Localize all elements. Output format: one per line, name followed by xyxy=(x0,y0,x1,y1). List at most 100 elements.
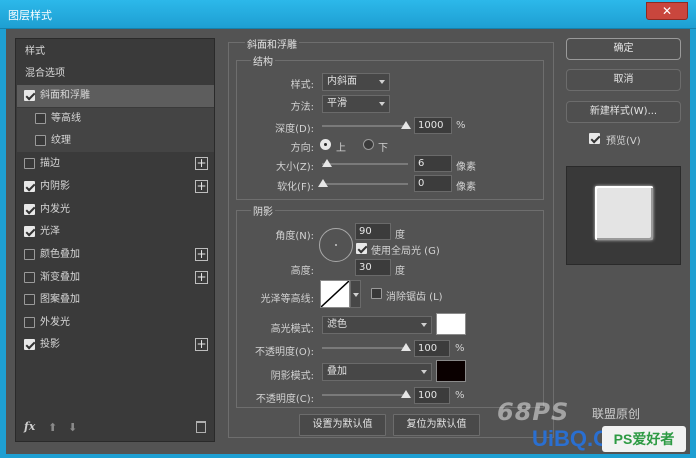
gradient-overlay-checkbox[interactable] xyxy=(24,272,35,283)
move-down-icon[interactable]: ⬇ xyxy=(68,421,77,434)
size-slider[interactable] xyxy=(322,163,408,165)
style-item-drop-shadow[interactable]: 投影 + xyxy=(17,334,214,356)
inner-shadow-checkbox[interactable] xyxy=(24,181,35,192)
window-title: 图层样式 xyxy=(8,9,52,22)
shading-title: 阴影 xyxy=(251,203,275,218)
angle-dial[interactable] xyxy=(319,228,353,262)
depth-label: 深度(D): xyxy=(275,124,314,135)
highlight-opacity-slider[interactable] xyxy=(322,347,408,349)
shadow-opacity-unit: % xyxy=(455,390,465,401)
style-item-pattern-overlay[interactable]: 图案叠加 xyxy=(17,289,214,311)
new-style-button[interactable]: 新建样式(W)... xyxy=(566,101,681,123)
preview-checkbox[interactable] xyxy=(589,133,600,144)
shadow-opacity-slider[interactable] xyxy=(322,394,408,396)
texture-checkbox[interactable] xyxy=(35,135,46,146)
depth-field[interactable]: 1000 xyxy=(414,117,452,134)
contour-curve-icon xyxy=(320,280,350,308)
style-item-outer-glow[interactable]: 外发光 xyxy=(17,312,214,334)
outer-glow-checkbox[interactable] xyxy=(24,317,35,328)
blend-options-item[interactable]: 混合选项 xyxy=(17,63,214,85)
highlight-mode-select[interactable]: 滤色 xyxy=(322,316,432,334)
direction-down-radio[interactable] xyxy=(363,139,374,150)
highlight-opacity-field[interactable]: 100 xyxy=(414,340,450,357)
drop-shadow-checkbox[interactable] xyxy=(24,339,35,350)
soften-field[interactable]: 0 xyxy=(414,175,452,192)
pattern-overlay-checkbox[interactable] xyxy=(24,294,35,305)
style-item-bevel-emboss[interactable]: 斜面和浮雕 xyxy=(17,85,214,107)
shadow-color-swatch[interactable] xyxy=(436,360,466,382)
shadow-mode-select[interactable]: 叠加 xyxy=(322,363,432,381)
size-slider-thumb[interactable] xyxy=(322,159,332,167)
shadow-opacity-label: 不透明度(C): xyxy=(255,394,314,405)
style-item-gradient-overlay[interactable]: 渐变叠加 + xyxy=(17,267,214,289)
size-unit: 像素 xyxy=(456,162,476,173)
style-preview xyxy=(566,166,681,265)
antialias-checkbox[interactable] xyxy=(371,288,382,299)
method-select[interactable]: 平滑 xyxy=(322,95,390,113)
set-default-button[interactable]: 设置为默认值 xyxy=(299,414,386,436)
chevron-down-icon xyxy=(379,102,385,106)
watermark-site: UiBQ.CoM PS爱好者 xyxy=(532,426,690,454)
title-bar: 图层样式 ✕ xyxy=(0,0,696,29)
chevron-down-icon xyxy=(421,323,427,327)
angle-label: 角度(N): xyxy=(275,231,314,242)
size-field[interactable]: 6 xyxy=(414,155,452,172)
altitude-unit: 度 xyxy=(395,266,405,277)
direction-down-label: 下 xyxy=(378,143,388,154)
soften-slider[interactable] xyxy=(322,183,408,185)
style-item-inner-shadow[interactable]: 内阴影 + xyxy=(17,176,214,198)
highlight-opacity-thumb[interactable] xyxy=(401,343,411,351)
move-up-icon[interactable]: ⬆ xyxy=(48,421,57,434)
style-select[interactable]: 内斜面 xyxy=(322,73,390,91)
add-stroke-icon[interactable]: + xyxy=(195,157,208,170)
shadow-opacity-thumb[interactable] xyxy=(401,390,411,398)
cancel-button[interactable]: 取消 xyxy=(566,69,681,91)
trash-icon[interactable] xyxy=(196,421,206,433)
global-light-label: 使用全局光 (G) xyxy=(371,246,440,257)
watermark-tag: 联盟原创 xyxy=(592,407,641,421)
styles-header[interactable]: 样式 xyxy=(17,41,214,63)
style-item-satin[interactable]: 光泽 xyxy=(17,221,214,243)
direction-label: 方向: xyxy=(290,143,314,154)
bevel-emboss-title: 斜面和浮雕 xyxy=(245,36,299,51)
gloss-contour-dropdown[interactable] xyxy=(350,280,361,308)
add-inner-shadow-icon[interactable]: + xyxy=(195,180,208,193)
soften-unit: 像素 xyxy=(456,182,476,193)
highlight-color-swatch[interactable] xyxy=(436,313,466,335)
ok-button[interactable]: 确定 xyxy=(566,38,681,60)
altitude-field[interactable]: 30 xyxy=(355,259,391,276)
style-item-stroke[interactable]: 描边 + xyxy=(17,153,214,175)
global-light-checkbox[interactable] xyxy=(356,243,367,254)
inner-glow-checkbox[interactable] xyxy=(24,204,35,215)
add-drop-shadow-icon[interactable]: + xyxy=(195,338,208,351)
gloss-contour-preview[interactable] xyxy=(320,280,350,308)
reset-default-button[interactable]: 复位为默认值 xyxy=(393,414,480,436)
add-gradient-overlay-icon[interactable]: + xyxy=(195,271,208,284)
add-color-overlay-icon[interactable]: + xyxy=(195,248,208,261)
fx-icon[interactable]: fx xyxy=(24,420,35,433)
contour-checkbox[interactable] xyxy=(35,113,46,124)
watermark-logo: 68PS xyxy=(497,398,570,426)
color-overlay-checkbox[interactable] xyxy=(24,249,35,260)
depth-slider[interactable] xyxy=(322,125,408,127)
direction-up-radio[interactable] xyxy=(320,139,331,150)
angle-field[interactable]: 90 xyxy=(355,223,391,240)
window-frame-left xyxy=(0,29,6,458)
structure-title: 结构 xyxy=(251,53,275,68)
close-button[interactable]: ✕ xyxy=(646,2,688,20)
style-item-texture[interactable]: 纹理 xyxy=(17,130,214,152)
style-item-color-overlay[interactable]: 颜色叠加 + xyxy=(17,244,214,266)
depth-slider-thumb[interactable] xyxy=(401,121,411,129)
stroke-checkbox[interactable] xyxy=(24,158,35,169)
shadow-mode-label: 阴影模式: xyxy=(270,371,314,382)
chevron-down-icon xyxy=(421,370,427,374)
bevel-emboss-checkbox[interactable] xyxy=(24,90,35,101)
shadow-opacity-field[interactable]: 100 xyxy=(414,387,450,404)
style-item-contour[interactable]: 等高线 xyxy=(17,108,214,130)
watermark-badge: PS爱好者 xyxy=(602,426,686,452)
style-item-inner-glow[interactable]: 内发光 xyxy=(17,199,214,221)
highlight-opacity-unit: % xyxy=(455,343,465,354)
soften-slider-thumb[interactable] xyxy=(318,179,328,187)
satin-checkbox[interactable] xyxy=(24,226,35,237)
gloss-contour-label: 光泽等高线: xyxy=(260,294,314,305)
